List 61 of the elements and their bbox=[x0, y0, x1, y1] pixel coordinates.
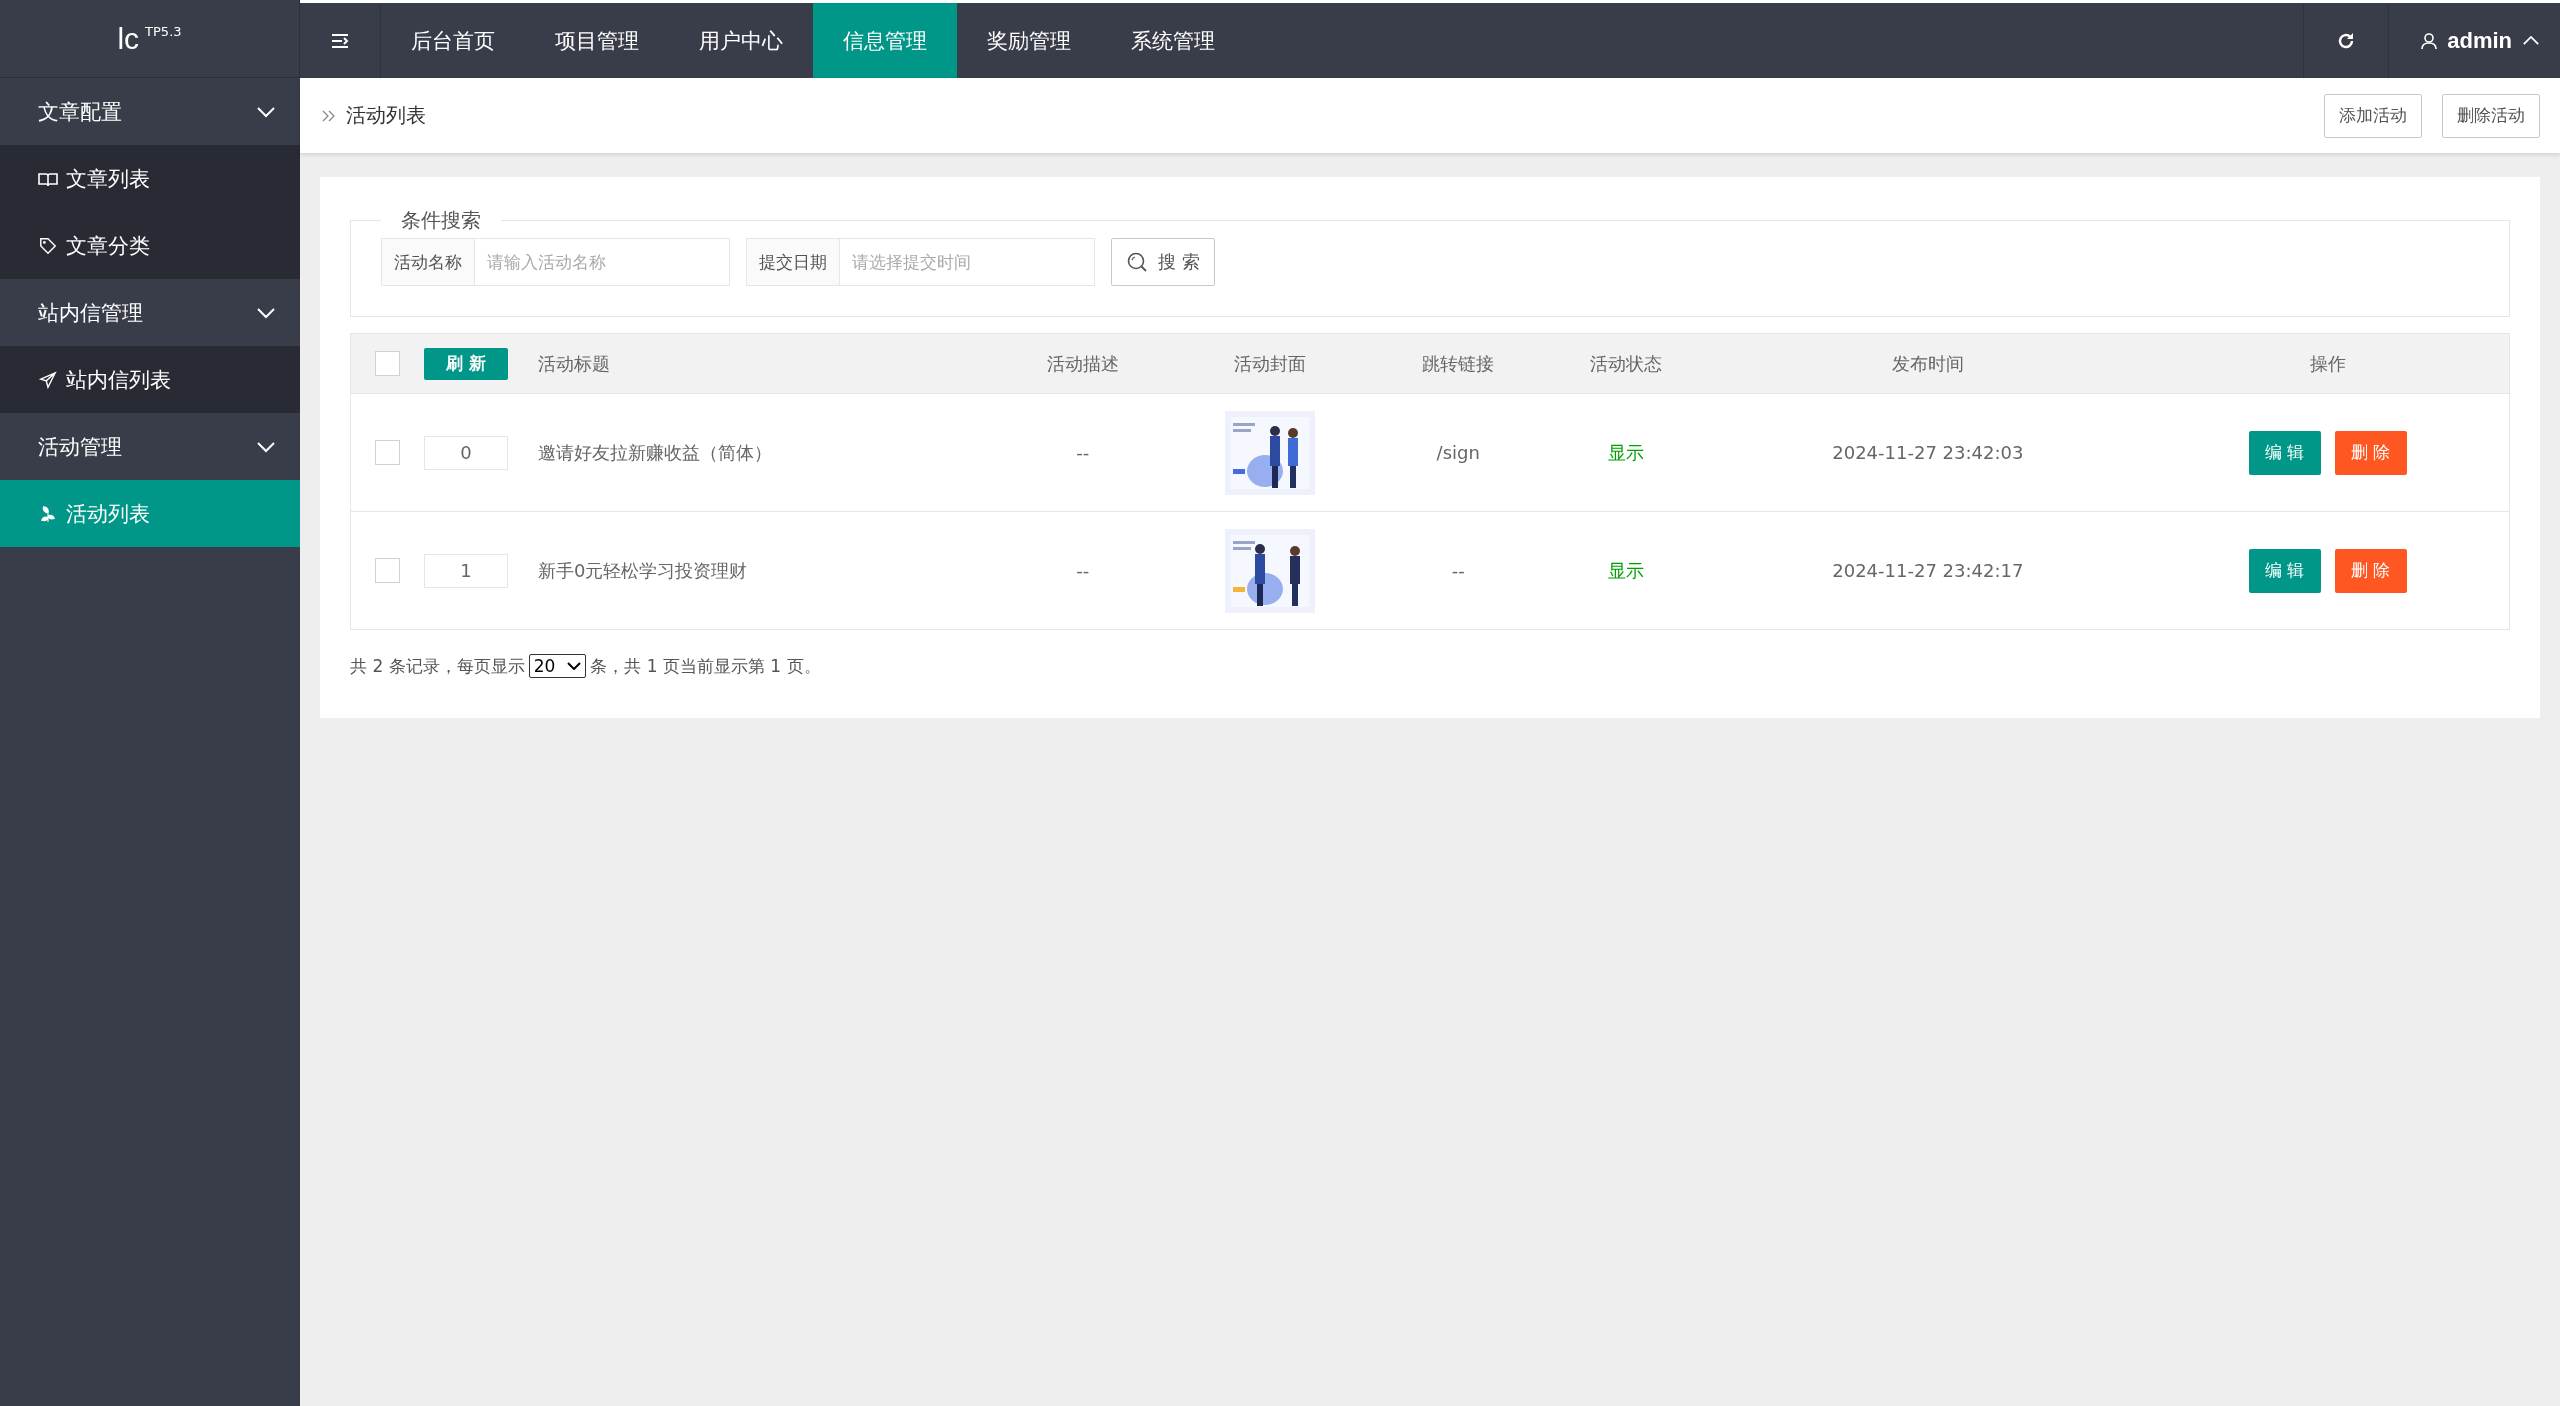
user-icon bbox=[2421, 31, 2438, 50]
nav-tab[interactable]: 系统管理 bbox=[1101, 3, 1245, 78]
checkbox[interactable] bbox=[374, 351, 400, 376]
pagination-text: 条，共 1 页当前显示第 1 页。 bbox=[590, 654, 821, 678]
sidebar-group[interactable]: 文章配置 bbox=[0, 78, 300, 145]
pagination-text: 共 2 条记录，每页显示 bbox=[350, 654, 525, 678]
input-field[interactable]: 请输入活动名称 bbox=[475, 238, 730, 286]
caret-icon bbox=[2522, 35, 2540, 46]
search-button[interactable]: 搜 索 bbox=[1111, 238, 1215, 286]
paper-plane-icon bbox=[38, 370, 58, 389]
column-header: 操作 bbox=[2146, 333, 2510, 394]
chevron-icon bbox=[256, 440, 276, 453]
breadcrumb: 活动列表 bbox=[346, 102, 426, 129]
edit-button[interactable]: 编 辑 bbox=[2248, 548, 2321, 593]
nav-tab[interactable]: 奖励管理 bbox=[957, 3, 1101, 78]
nav-tab[interactable]: 信息管理 bbox=[813, 3, 957, 78]
sidebar-item[interactable]: 文章列表 bbox=[0, 145, 300, 212]
leaf-icon bbox=[38, 504, 58, 523]
caret-icon bbox=[567, 662, 582, 670]
header-button[interactable]: 删除活动 bbox=[2442, 93, 2540, 138]
field-label: 活动名称 bbox=[381, 238, 475, 286]
column-header: 活动封面 bbox=[1166, 333, 1375, 394]
nav-tab[interactable]: 项目管理 bbox=[525, 3, 669, 78]
column-header: 活动状态 bbox=[1541, 333, 1710, 394]
status-text: 显示 bbox=[1541, 511, 1710, 630]
table-cell: 新手0元轻松学习投资理财 bbox=[537, 511, 999, 630]
refresh-button[interactable]: 刷 新 bbox=[424, 347, 508, 380]
table-cell: -- bbox=[1374, 511, 1542, 630]
table-cell: 2024-11-27 23:42:03 bbox=[1709, 393, 2147, 512]
sort-input[interactable]: 0 bbox=[424, 435, 508, 470]
nav-tab[interactable]: 用户中心 bbox=[669, 3, 813, 78]
column-header: 跳转链接 bbox=[1374, 333, 1542, 394]
column-header: 活动描述 bbox=[999, 333, 1167, 394]
table-cell: -- bbox=[999, 393, 1167, 512]
table-cell: 邀请好友拉新赚收益（简体） bbox=[537, 393, 999, 512]
sidebar-group[interactable]: 站内信管理 bbox=[0, 279, 300, 346]
sidebar-item[interactable]: 站内信列表 bbox=[0, 346, 300, 413]
table-cell: /sign bbox=[1374, 393, 1542, 512]
sidebar-group[interactable]: 活动管理 bbox=[0, 413, 300, 480]
checkbox[interactable] bbox=[374, 440, 400, 465]
checkbox[interactable] bbox=[374, 558, 400, 583]
column-header: 活动标题 bbox=[537, 333, 999, 394]
chevron-icon bbox=[256, 306, 276, 319]
tag-icon bbox=[38, 236, 58, 255]
chevron-icon bbox=[256, 105, 276, 118]
sidebar-item[interactable]: 活动列表 bbox=[0, 480, 300, 547]
header-button[interactable]: 添加活动 bbox=[2324, 93, 2422, 138]
legend: 条件搜索 bbox=[381, 207, 501, 234]
sort-input[interactable]: 1 bbox=[424, 553, 508, 588]
table-cell: 2024-11-27 23:42:17 bbox=[1709, 511, 2147, 630]
search-icon bbox=[1126, 251, 1148, 273]
column-header: 发布时间 bbox=[1709, 333, 2147, 394]
field-label: 提交日期 bbox=[746, 238, 840, 286]
chevrons-icon bbox=[322, 109, 336, 122]
input-field[interactable]: 请选择提交时间 bbox=[840, 238, 1095, 286]
sidebar-item[interactable]: 文章分类 bbox=[0, 212, 300, 279]
nav-tab[interactable]: 后台首页 bbox=[381, 3, 525, 78]
edit-button[interactable]: 编 辑 bbox=[2248, 430, 2321, 475]
table-cell: -- bbox=[999, 511, 1167, 630]
page-size-select[interactable]: 20 bbox=[528, 654, 587, 678]
status-text: 显示 bbox=[1541, 393, 1710, 512]
